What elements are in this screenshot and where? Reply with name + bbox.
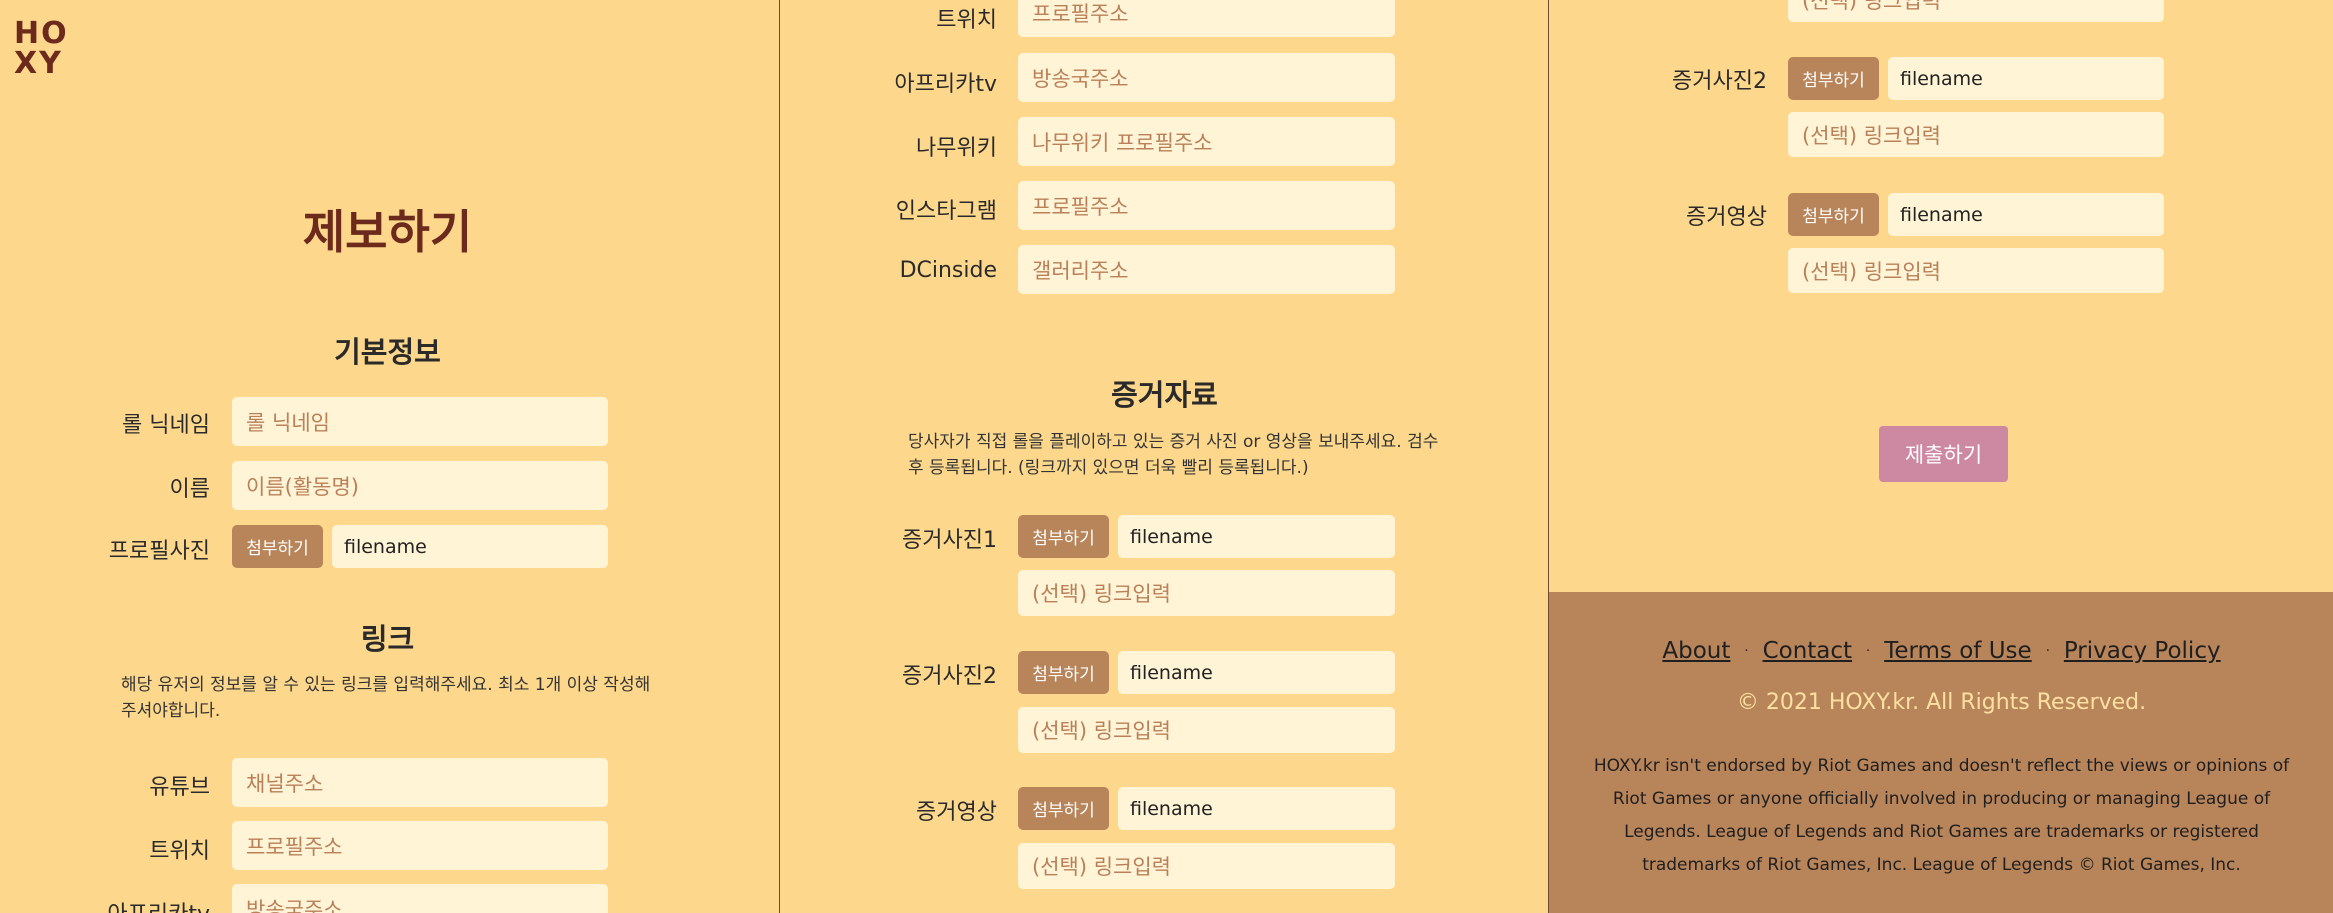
photo2-link-input-2[interactable]: (선택) 링크입력	[1788, 112, 2164, 157]
video-attach-button[interactable]: 첨부하기	[1018, 787, 1109, 830]
logo-line1: HO	[14, 16, 69, 51]
footer-link-about[interactable]: About	[1662, 638, 1730, 664]
name-label: 이름	[169, 477, 210, 502]
evidence-photo2-label-2: 증거사진2	[1672, 69, 1767, 94]
footer-link-privacy[interactable]: Privacy Policy	[2064, 638, 2221, 664]
twitch-label: 트위치	[149, 839, 210, 864]
profile-filename-field[interactable]: filename	[332, 525, 608, 568]
video-link-input[interactable]: (선택) 링크입력	[1018, 843, 1395, 889]
photo2-filename-field[interactable]: filename	[1118, 651, 1395, 694]
evidence-video-label-2: 증거영상	[1686, 205, 1767, 230]
form-view-top: HO XY 제보하기 기본정보 롤 닉네임 롤 닉네임 이름 이름(활동명) 프…	[0, 0, 779, 913]
afreeca-label: 아프리카tv	[0, 896, 210, 913]
photo2-attach-button-2[interactable]: 첨부하기	[1788, 57, 1879, 100]
instagram-input[interactable]: 프로필주소	[1018, 181, 1395, 230]
evidence-video-label: 증거영상	[916, 800, 997, 825]
footer-separator: ·	[2045, 644, 2050, 659]
dcinside-label: DCinside	[899, 258, 997, 283]
evidence-description-line1: 당사자가 직접 롤을 플레이하고 있는 증거 사진 or 영상을 보내주세요. …	[908, 432, 1439, 452]
footer-link-terms[interactable]: Terms of Use	[1884, 638, 2032, 664]
page-title: 제보하기	[302, 205, 473, 259]
hoxy-logo[interactable]: HO XY	[14, 16, 69, 81]
riot-disclaimer: HOXY.kr isn't endorsed by Riot Games and…	[1593, 756, 2290, 875]
twitch-input[interactable]: 프로필주소	[232, 821, 608, 870]
links-description-line1: 해당 유저의 정보를 알 수 있는 링크를 입력해주세요. 최소 1개 이상 작…	[121, 675, 651, 695]
video-filename-field-2[interactable]: filename	[1888, 193, 2164, 236]
profile-attach-button[interactable]: 첨부하기	[232, 525, 323, 568]
footer-link-contact[interactable]: Contact	[1763, 638, 1852, 664]
footer-links: About · Contact · Terms of Use · Privacy Polic…	[1549, 638, 2333, 664]
photo2-attach-button[interactable]: 첨부하기	[1018, 651, 1109, 694]
footer: About · Contact · Terms of Use · Privacy Polic…	[1549, 592, 2333, 913]
video-filename-field[interactable]: filename	[1118, 787, 1395, 830]
form-view-bottom: (선택) 링크입력 증거사진2 첨부하기 filename (선택) 링크입력 …	[1548, 0, 2333, 913]
dcinside-input[interactable]: 갤러리주소	[1018, 245, 1395, 294]
links-description-line2: 주셔야합니다.	[121, 701, 221, 721]
evidence-description: 당사자가 직접 롤을 플레이하고 있는 증거 사진 or 영상을 보내주세요. …	[908, 429, 1468, 481]
namuwiki-input[interactable]: 나무위키 프로필주소	[1018, 117, 1395, 166]
copyright: © 2021 HOXY.kr. All Rights Reserved.	[1736, 690, 2147, 715]
nickname-input[interactable]: 롤 닉네임	[232, 397, 608, 446]
links-heading: 링크	[360, 622, 415, 656]
afreeca-input-2[interactable]: 방송국주소	[1018, 53, 1395, 102]
photo1-filename-field[interactable]: filename	[1118, 515, 1395, 558]
profile-photo-label: 프로필사진	[108, 539, 210, 564]
photo2-link-input[interactable]: (선택) 링크입력	[1018, 707, 1395, 753]
photo1-attach-button[interactable]: 첨부하기	[1018, 515, 1109, 558]
evidence-photo1-label: 증거사진1	[902, 528, 997, 553]
name-input[interactable]: 이름(활동명)	[232, 461, 608, 510]
youtube-label: 유튜브	[149, 775, 210, 800]
video-attach-button-2[interactable]: 첨부하기	[1788, 193, 1879, 236]
links-description: 해당 유저의 정보를 알 수 있는 링크를 입력해주세요. 최소 1개 이상 작…	[121, 672, 681, 724]
basic-info-heading: 기본정보	[334, 335, 441, 369]
instagram-label: 인스타그램	[895, 199, 997, 224]
footer-separator: ·	[1866, 644, 1871, 659]
footer-separator: ·	[1744, 644, 1749, 659]
photo1-link-input[interactable]: (선택) 링크입력	[1018, 570, 1395, 616]
afreeca-input[interactable]: 방송국주소	[232, 884, 608, 913]
evidence-photo2-label: 증거사진2	[902, 664, 997, 689]
youtube-input[interactable]: 채널주소	[232, 758, 608, 807]
submit-button[interactable]: 제출하기	[1879, 426, 2008, 482]
photo1-link-input-2[interactable]: (선택) 링크입력	[1788, 0, 2164, 22]
twitch-input-2[interactable]: 프로필주소	[1018, 0, 1395, 37]
logo-line2: XY	[14, 46, 63, 81]
namuwiki-label: 나무위키	[916, 136, 997, 161]
afreeca-label-2: 아프리카tv	[894, 72, 997, 97]
evidence-heading: 증거자료	[1111, 378, 1218, 412]
video-link-input-2[interactable]: (선택) 링크입력	[1788, 248, 2164, 293]
photo2-filename-field-2[interactable]: filename	[1888, 57, 2164, 100]
twitch-label-2: 트위치	[936, 8, 997, 33]
nickname-label: 롤 닉네임	[122, 413, 210, 438]
evidence-description-line2: 후 등록됩니다. (링크까지 있으면 더욱 빨리 등록됩니다.)	[908, 458, 1309, 478]
form-view-middle: 트위치 프로필주소 아프리카tv 방송국주소 나무위키 나무위키 프로필주소 인…	[779, 0, 1548, 913]
